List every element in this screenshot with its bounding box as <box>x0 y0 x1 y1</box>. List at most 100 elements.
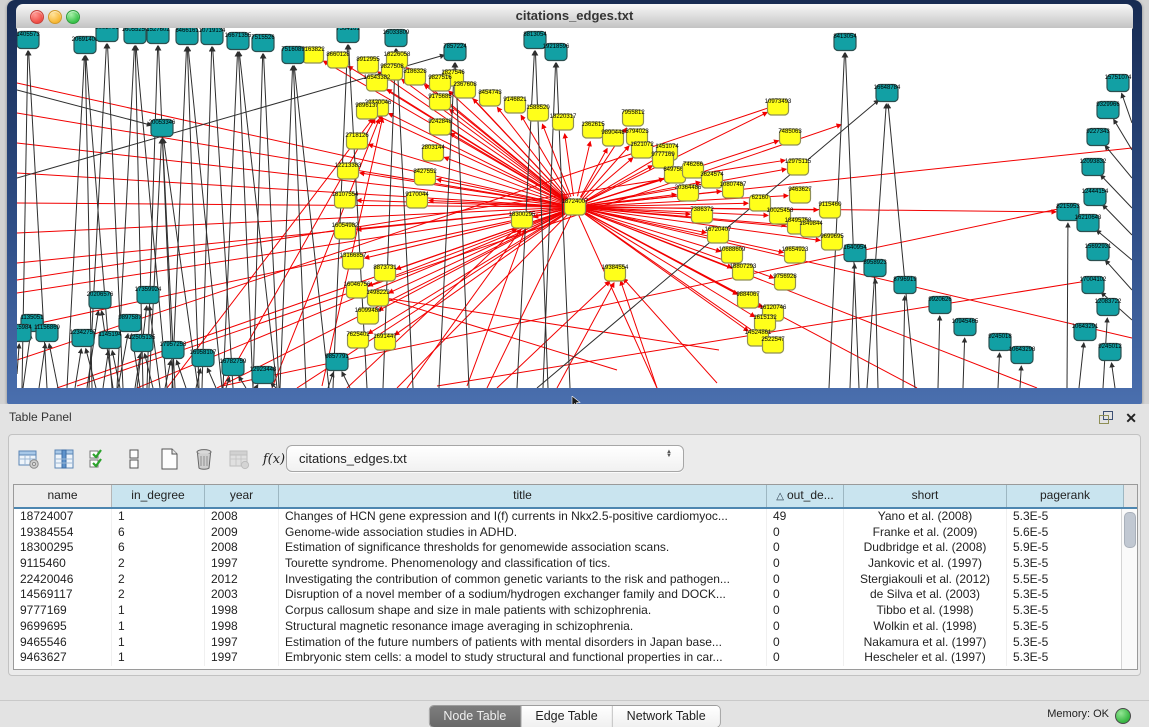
node-label: 1362615 <box>581 122 605 128</box>
node-label: 16055257 <box>122 28 149 33</box>
table-cell: Wolkin et al. (1998) <box>844 619 1007 635</box>
node-label: 9896137 <box>355 103 379 109</box>
table-cell: Corpus callosum shape and size in male p… <box>279 603 767 619</box>
node-label: 11156869 <box>34 325 60 331</box>
column-header-name[interactable]: name <box>14 485 112 507</box>
table-panel: Table Panel ✕ <box>0 404 1149 727</box>
table-cell: Disruption of a novel member of a sodium… <box>279 587 767 603</box>
node-label: 12444154 <box>1082 189 1109 195</box>
node-label: 8813054 <box>523 32 547 38</box>
table-row[interactable]: 2242004622012Investigating the contribut… <box>14 572 1137 588</box>
node-label: 19654923 <box>782 247 809 253</box>
row-expand-icon[interactable] <box>122 447 146 471</box>
table-cell: 5.9E-5 <box>1007 540 1124 556</box>
node-label: 19218596 <box>543 44 570 50</box>
node-label: 16671355 <box>225 33 252 39</box>
table-cell: Nakamura et al. (1997) <box>844 635 1007 651</box>
table-cell: Tourette syndrome. Phenomenology and cla… <box>279 556 767 572</box>
node-label: 1451074 <box>655 144 679 150</box>
memory-status-icon[interactable] <box>1115 708 1131 724</box>
node-label: 7564161 <box>336 28 360 32</box>
table-cell: Dudbridge et al. (2008) <box>844 540 1007 556</box>
table-cell: 0 <box>767 572 844 588</box>
node-label: 8958923 <box>863 260 887 266</box>
table-cell: 5.3E-5 <box>1007 587 1124 603</box>
table-row[interactable]: 1872400712008Changes of HCN gene express… <box>14 509 1137 525</box>
table-cell: 5.3E-5 <box>1007 635 1124 651</box>
column-header-pagerank[interactable]: pagerank <box>1007 485 1124 507</box>
table-cell: 2 <box>112 556 205 572</box>
table-row[interactable]: 911546021997Tourette syndrome. Phenomeno… <box>14 556 1137 572</box>
node-label: 1498222 <box>366 290 390 296</box>
node-label: 20053346 <box>149 120 176 126</box>
node-label: 18220317 <box>550 114 577 120</box>
node-label: 7163822 <box>301 47 325 53</box>
delete-column-icon[interactable] <box>192 447 216 471</box>
node-label: 2718126 <box>345 133 369 139</box>
function-builder-icon[interactable]: f(x) <box>262 447 286 471</box>
node-label: 12923448 <box>250 367 277 373</box>
node-label: 18300295 <box>509 212 536 218</box>
node-label: 1135051 <box>21 315 45 321</box>
node-label: 10688609 <box>719 247 746 253</box>
node-label: 20364486 <box>675 185 702 191</box>
table-cell: 1997 <box>205 650 279 666</box>
table-row[interactable]: 946554611997Estimation of the future num… <box>14 635 1137 651</box>
scrollbar-thumb[interactable] <box>1124 512 1136 548</box>
table-cell: 6 <box>112 525 205 541</box>
float-panel-icon[interactable] <box>1099 411 1113 424</box>
table-cell: 2 <box>112 572 205 588</box>
table-row[interactable]: 946362711997Embryonic stem cells: a mode… <box>14 650 1137 666</box>
network-edges <box>17 44 1132 388</box>
node-label: 16046756 <box>344 282 371 288</box>
node-label: 10643298 <box>1009 347 1036 353</box>
node-label: 17359924 <box>135 287 162 293</box>
node-label: 7516089 <box>281 47 305 53</box>
column-header-out_de[interactable]: △out_de... <box>767 485 844 507</box>
node-label: 12213383 <box>335 163 362 169</box>
show-columns-icon[interactable] <box>52 447 76 471</box>
column-visibility-icon[interactable] <box>87 447 111 471</box>
table-row[interactable]: 1938455462009Genome-wide association stu… <box>14 525 1137 541</box>
column-header-title[interactable]: title <box>279 485 767 507</box>
node-label: 16099489 <box>355 308 382 314</box>
vertical-scrollbar[interactable] <box>1121 509 1137 669</box>
close-panel-icon[interactable]: ✕ <box>1125 408 1137 428</box>
table-selector-dropdown[interactable]: citations_edges.txt ▲▼ <box>286 445 684 472</box>
node-label: 9242848 <box>428 119 452 125</box>
node-label: 14524861 <box>745 330 772 336</box>
column-header-in_degree[interactable]: in_degree <box>112 485 205 507</box>
table-cell: 0 <box>767 635 844 651</box>
node-label: 2367608 <box>453 82 477 88</box>
table-row[interactable]: 1830029562008Estimation of significance … <box>14 540 1137 556</box>
node-label: 1615132 <box>753 315 777 321</box>
table-cell: 2 <box>112 587 205 603</box>
table-cell: Franke et al. (2009) <box>844 525 1007 541</box>
table-cell: Structural magnetic resonance image aver… <box>279 619 767 635</box>
table-cell: 2012 <box>205 572 279 588</box>
table-cell: 0 <box>767 619 844 635</box>
memory-status-label: Memory: OK <box>1047 701 1109 727</box>
table-cell: 49 <box>767 509 844 525</box>
node-label: 1640954 <box>843 245 867 251</box>
network-canvas[interactable]: 1872400771638228660128891295518226058982… <box>17 28 1132 388</box>
node-label: 7386372 <box>690 207 714 213</box>
table-settings-icon[interactable] <box>17 447 41 471</box>
status-bar: Memory: OK <box>0 700 1149 727</box>
table-row[interactable]: 977716911998Corpus callosum shape and si… <box>14 603 1137 619</box>
node-label: 9890448 <box>601 130 625 136</box>
node-label: 8413054 <box>833 34 857 40</box>
node-label: 18107554 <box>332 192 359 198</box>
table-cell: Estimation of significance thresholds fo… <box>279 540 767 556</box>
network-window-titlebar[interactable]: citations_edges.txt <box>16 4 1133 29</box>
table-header-row: namein_degreeyeartitle△out_de...shortpag… <box>14 485 1137 509</box>
node-label: 1527602 <box>146 28 170 33</box>
column-header-year[interactable]: year <box>205 485 279 507</box>
network-view-frame: citations_edges.txt 18724007716382286601… <box>7 0 1142 404</box>
dropdown-stepper-icon: ▲▼ <box>664 450 674 458</box>
table-row[interactable]: 969969511998Structural magnetic resonanc… <box>14 619 1137 635</box>
node-label: 8454743 <box>478 90 502 96</box>
create-column-icon[interactable] <box>157 447 181 471</box>
column-header-short[interactable]: short <box>844 485 1007 507</box>
table-row[interactable]: 1456911722003Disruption of a novel membe… <box>14 587 1137 603</box>
